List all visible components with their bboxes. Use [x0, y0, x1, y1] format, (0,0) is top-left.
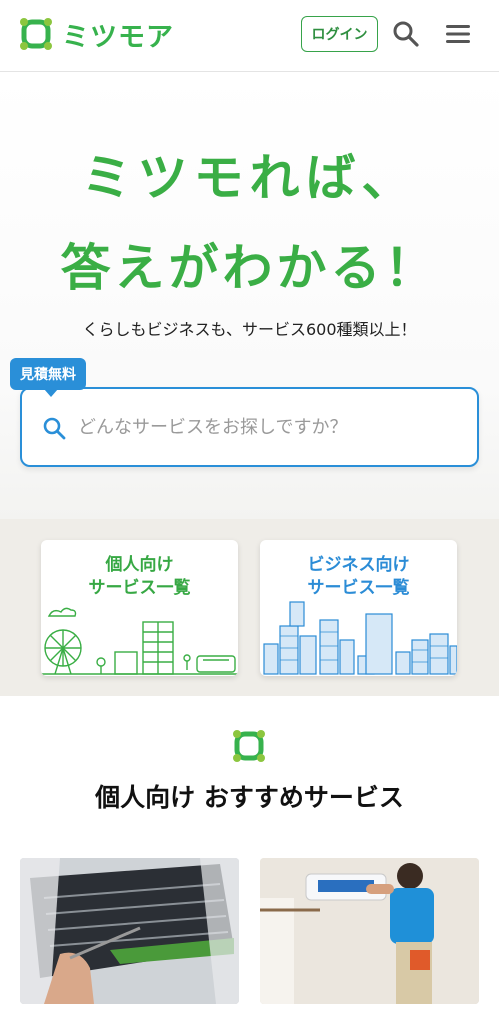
aircon-cleaning-image	[20, 858, 239, 1004]
personal-card-title: 個人向け サービス一覧	[41, 554, 238, 600]
personal-card-title-line-1: 個人向け	[105, 555, 174, 575]
logo-mark-icon	[233, 730, 265, 762]
recommended-section-title: 個人向け おすすめサービス	[95, 783, 404, 812]
hero-subtitle: くらしもビジネスも、サービス600種類以上！	[82, 320, 417, 339]
site-header: ミツモア ログイン	[0, 0, 499, 72]
search-icon[interactable]	[392, 20, 420, 48]
badge-pointer	[44, 389, 58, 397]
city-skyline-illustration-icon	[263, 601, 457, 675]
personal-services-card[interactable]: 個人向け サービス一覧	[41, 540, 238, 676]
hero-headline-line-2: 答えがわかる！	[60, 239, 439, 297]
logo-mark-icon	[20, 18, 52, 50]
aircon-installation-photo[interactable]	[260, 858, 479, 1004]
hamburger-menu-icon[interactable]	[444, 22, 472, 46]
logo[interactable]: ミツモア	[18, 14, 174, 54]
business-services-card[interactable]: ビジネス向け サービス一覧	[260, 540, 457, 676]
logo-text: ミツモア	[62, 21, 174, 53]
business-card-title: ビジネス向け サービス一覧	[260, 554, 457, 600]
town-illustration-icon	[41, 607, 238, 675]
free-estimate-badge: 見積無料	[10, 358, 86, 390]
service-search-box[interactable]	[20, 387, 479, 467]
business-card-title-line-1: ビジネス向け	[307, 555, 410, 575]
aircon-installation-image	[260, 858, 479, 1004]
search-input[interactable]	[78, 409, 458, 445]
aircon-cleaning-photo[interactable]	[20, 858, 239, 1004]
search-icon	[43, 417, 66, 440]
hero-headline-line-1: ミツモれば、	[81, 149, 418, 207]
login-button[interactable]: ログイン	[301, 16, 378, 52]
